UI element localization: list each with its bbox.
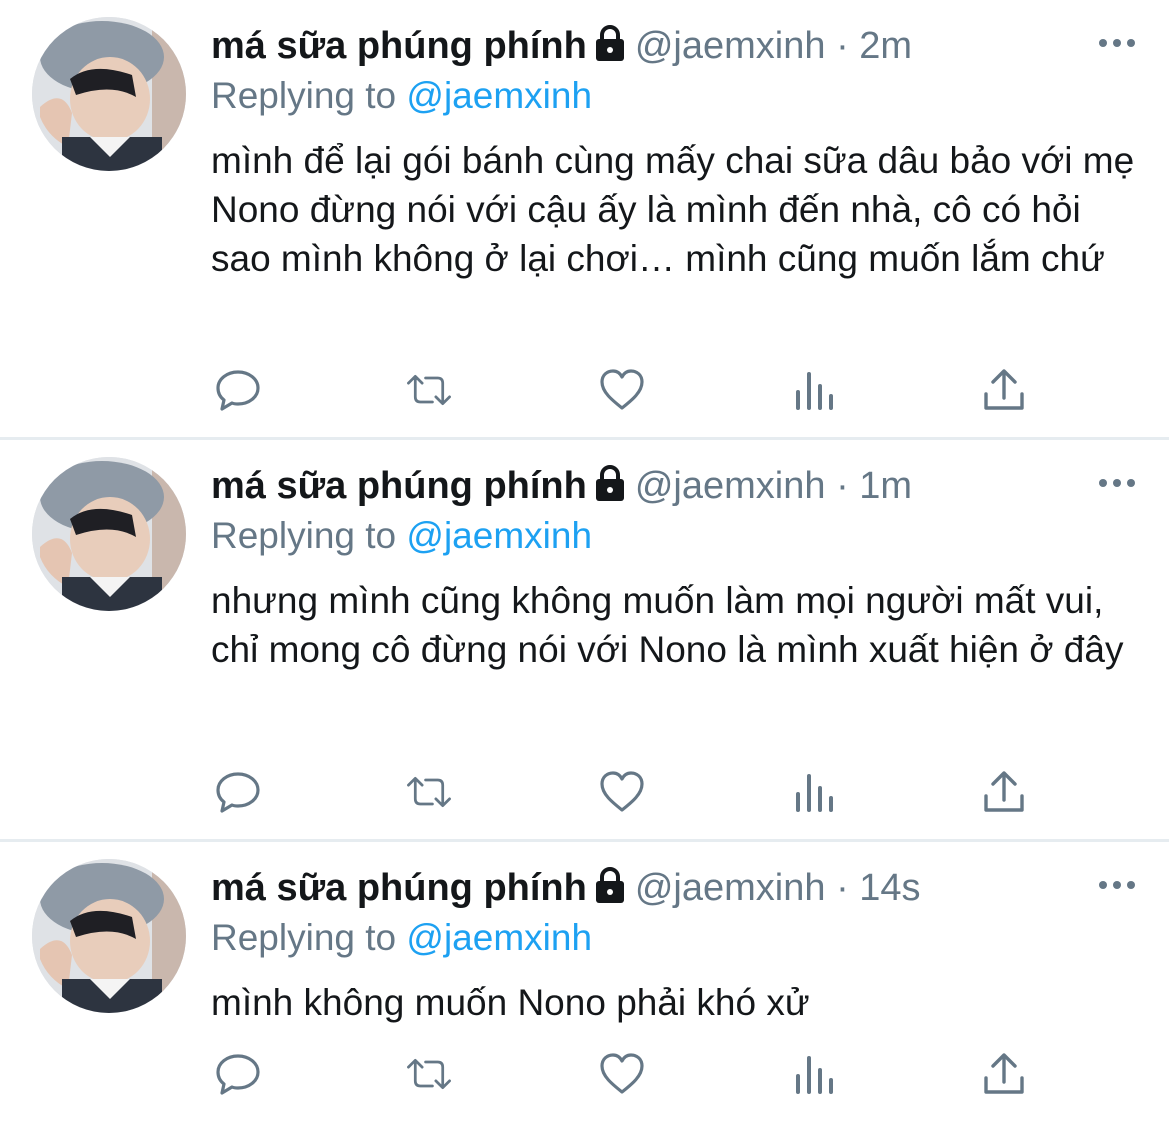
replying-label: Replying to — [211, 515, 397, 556]
mention-link[interactable]: @jaemxinh — [406, 515, 592, 556]
share-icon[interactable] — [980, 1050, 1028, 1098]
display-name[interactable]: má sữa phúng phính — [211, 465, 587, 507]
timestamp[interactable]: 14s — [859, 867, 920, 909]
display-name[interactable]: má sữa phúng phính — [211, 25, 587, 67]
user-handle[interactable]: @jaemxinh — [635, 25, 826, 67]
heart-icon[interactable] — [598, 1050, 646, 1098]
replying-to: Replying to @jaemxinh — [211, 914, 592, 962]
replying-to: Replying to @jaemxinh — [211, 72, 592, 120]
mention-link[interactable]: @jaemxinh — [406, 917, 592, 958]
replying-to: Replying to @jaemxinh — [211, 512, 592, 560]
tweet-feed: má sữa phúng phính @jaemxinh · 2m Replyin… — [0, 0, 1169, 1142]
action-bar — [212, 1050, 1052, 1098]
more-dots-icon[interactable] — [1095, 468, 1139, 498]
lock-icon — [593, 464, 627, 514]
analytics-icon[interactable] — [790, 366, 838, 414]
lock-icon — [593, 24, 627, 74]
tweet-text: nhưng mình cũng không muốn làm mọi người… — [211, 580, 1124, 670]
separator-dot: · — [836, 25, 849, 67]
replying-label: Replying to — [211, 917, 397, 958]
share-icon[interactable] — [980, 366, 1028, 414]
more-dots-icon[interactable] — [1095, 870, 1139, 900]
retweet-icon[interactable] — [405, 768, 453, 816]
heart-icon[interactable] — [598, 366, 646, 414]
replying-label: Replying to — [211, 75, 397, 116]
timestamp[interactable]: 1m — [859, 465, 912, 507]
avatar[interactable] — [32, 859, 186, 1013]
user-handle[interactable]: @jaemxinh — [635, 465, 826, 507]
comment-icon[interactable] — [214, 366, 262, 414]
retweet-icon[interactable] — [405, 366, 453, 414]
separator-dot: · — [836, 465, 849, 507]
user-handle[interactable]: @jaemxinh — [635, 867, 826, 909]
heart-icon[interactable] — [598, 768, 646, 816]
action-bar — [212, 768, 1052, 816]
lock-icon — [593, 866, 627, 916]
separator-dot: · — [836, 867, 849, 909]
tweet-text: mình để lại gói bánh cùng mấy chai sữa d… — [211, 140, 1135, 279]
retweet-icon[interactable] — [405, 1050, 453, 1098]
analytics-icon[interactable] — [790, 1050, 838, 1098]
tweet[interactable]: má sữa phúng phính @jaemxinh · 1m Replyin… — [0, 440, 1169, 842]
tweet-text: mình không muốn Nono phải khó xử — [211, 982, 810, 1023]
display-name[interactable]: má sữa phúng phính — [211, 867, 587, 909]
analytics-icon[interactable] — [790, 768, 838, 816]
avatar[interactable] — [32, 17, 186, 171]
mention-link[interactable]: @jaemxinh — [406, 75, 592, 116]
more-dots-icon[interactable] — [1095, 28, 1139, 58]
share-icon[interactable] — [980, 768, 1028, 816]
action-bar — [212, 366, 1052, 414]
timestamp[interactable]: 2m — [859, 25, 912, 67]
avatar[interactable] — [32, 457, 186, 611]
comment-icon[interactable] — [214, 768, 262, 816]
tweet[interactable]: má sữa phúng phính @jaemxinh · 2m Replyin… — [0, 0, 1169, 440]
comment-icon[interactable] — [214, 1050, 262, 1098]
tweet[interactable]: má sữa phúng phính @jaemxinh · 14s Replyi… — [0, 842, 1169, 1142]
